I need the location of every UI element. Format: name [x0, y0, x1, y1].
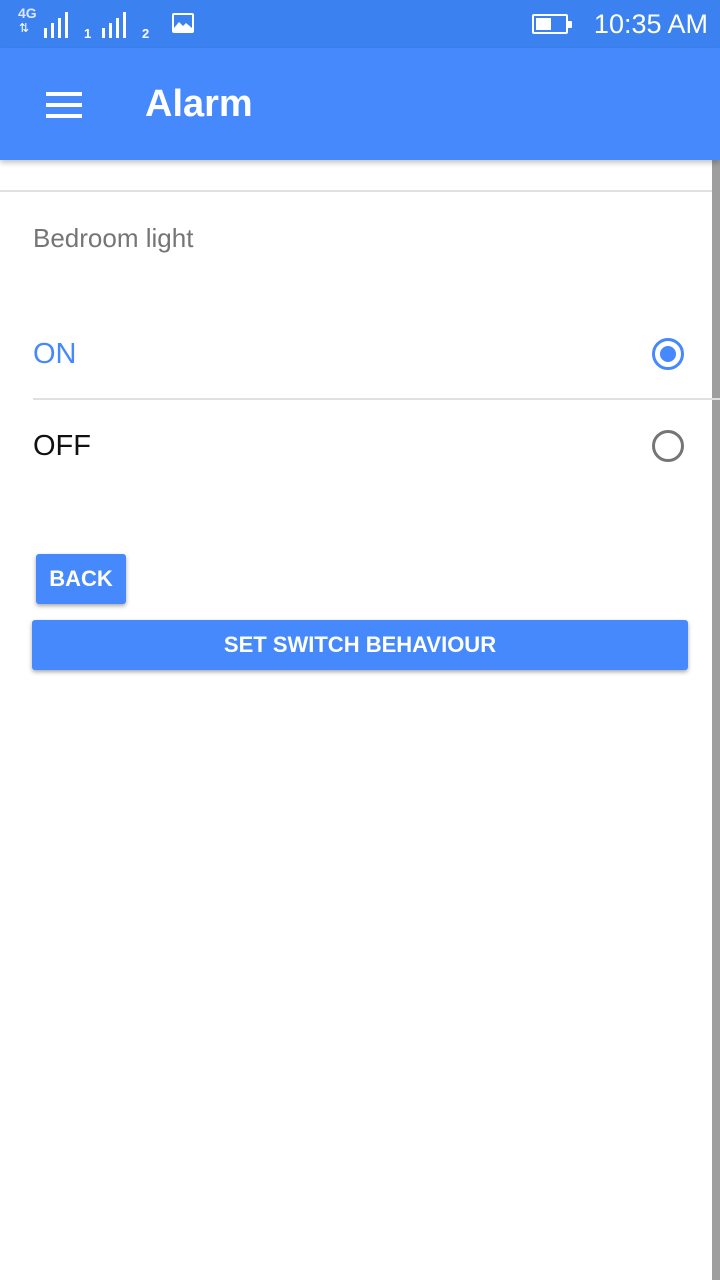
- network-type-label: 4G: [18, 5, 37, 21]
- page-title: Alarm: [145, 83, 253, 125]
- radio-option-label: OFF: [33, 430, 91, 462]
- sim1-label: 1: [84, 26, 92, 41]
- radio-option-label: ON: [33, 338, 77, 370]
- status-bar: 4G ⇅ 1 2 10:35 AM: [0, 0, 720, 48]
- clock-time: 10:35 AM: [593, 9, 708, 39]
- device-name-label: Bedroom light: [33, 223, 194, 253]
- scrollbar[interactable]: [712, 160, 720, 1280]
- hamburger-menu-icon[interactable]: [46, 92, 82, 118]
- radio-selected-dot: [660, 346, 676, 362]
- radio-button-checked-icon[interactable]: [652, 338, 684, 370]
- radio-button-unchecked-icon[interactable]: [652, 430, 684, 462]
- app-bar: Alarm: [0, 48, 720, 160]
- data-activity-icon: ⇅: [19, 21, 29, 35]
- battery-level-fill: [536, 18, 551, 30]
- set-switch-behaviour-button[interactable]: SET SWITCH BEHAVIOUR: [32, 620, 688, 670]
- battery-icon: [532, 14, 572, 34]
- signal-strength-sim1-icon: [44, 10, 68, 38]
- image-notification-icon: [172, 13, 194, 33]
- divider: [0, 190, 712, 192]
- radio-option-off[interactable]: OFF: [0, 400, 712, 492]
- radio-option-on[interactable]: ON: [0, 308, 712, 400]
- back-button[interactable]: BACK: [36, 554, 126, 604]
- signal-strength-sim2-icon: [102, 10, 126, 38]
- sim2-label: 2: [142, 26, 150, 41]
